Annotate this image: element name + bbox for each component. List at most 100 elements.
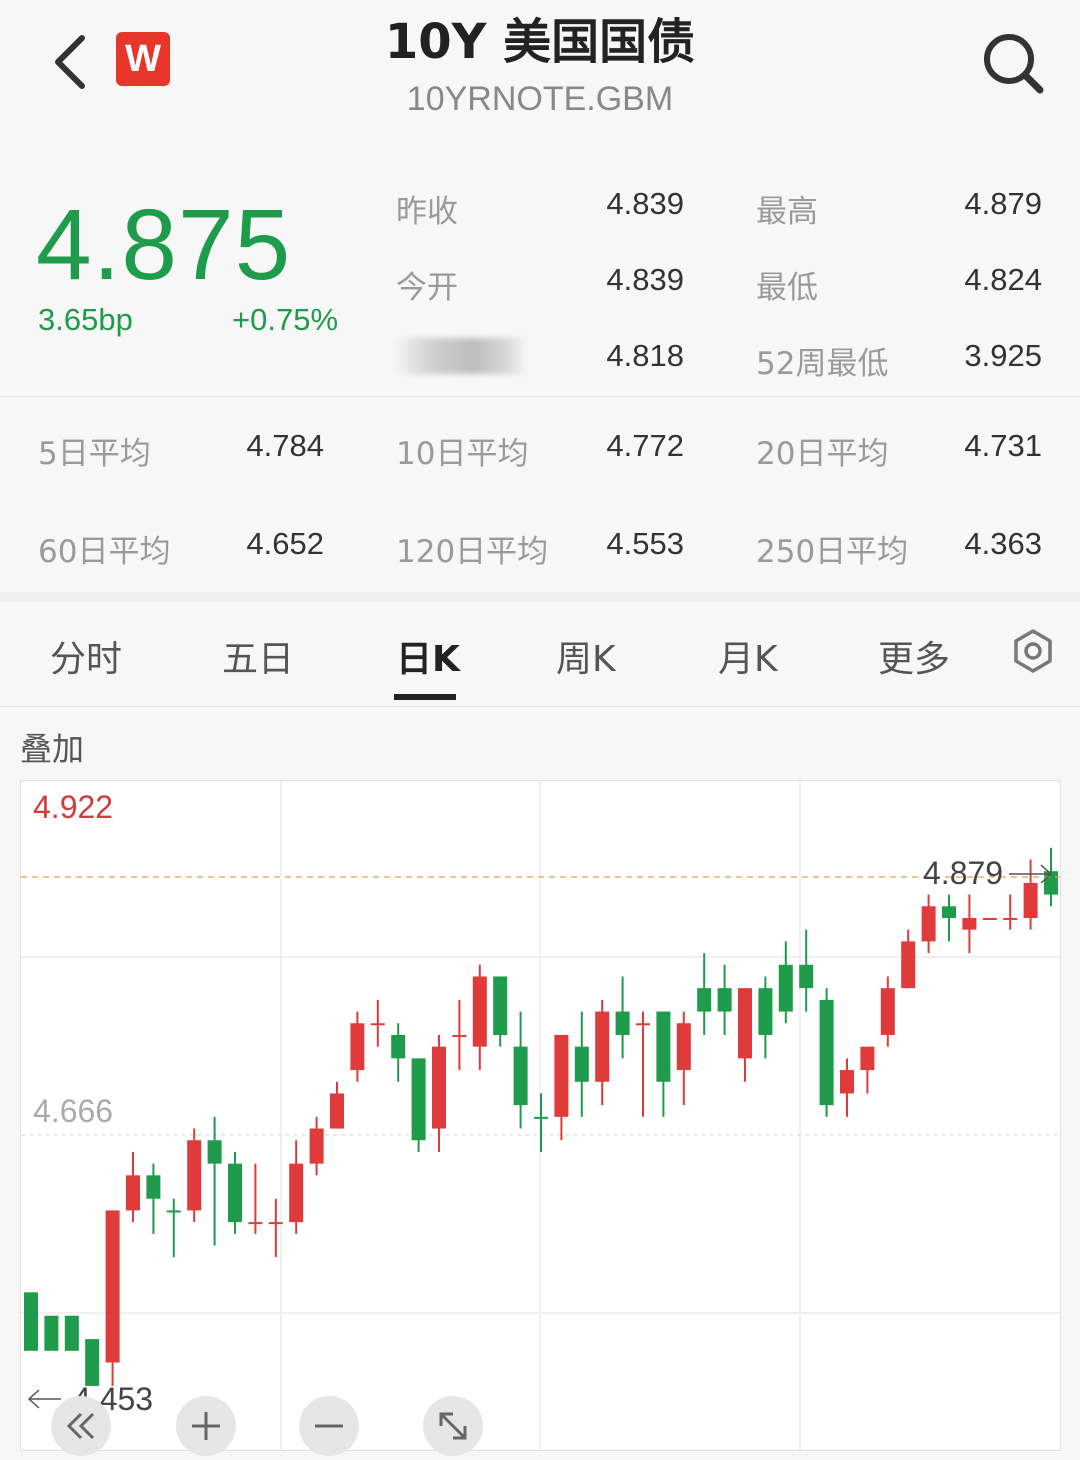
change-bp: 3.65bp xyxy=(38,302,133,337)
avg-label-10d: 10日平均 xyxy=(396,436,529,472)
tab-daily-k[interactable]: 日K xyxy=(396,630,460,682)
candle-body xyxy=(105,1210,120,1363)
zoom-out-button[interactable] xyxy=(299,1396,359,1456)
page-title: 10Y 美国国债 xyxy=(384,14,696,70)
overlay-button[interactable]: 叠加 xyxy=(20,724,84,770)
search-button[interactable] xyxy=(978,28,1048,98)
candle-body xyxy=(24,1292,38,1351)
candle-body xyxy=(350,1023,365,1071)
avg-label-60d: 60日平均 xyxy=(38,534,171,570)
avg-value-60d: 4.652 xyxy=(246,526,324,561)
kline-chart-svg xyxy=(21,781,1060,1450)
candle-body xyxy=(268,1222,283,1225)
stat-label-prev-close: 昨收 xyxy=(396,194,458,230)
avg-value-120d: 4.553 xyxy=(606,526,684,561)
y-max-label: 4.922 xyxy=(33,789,114,825)
candle-body xyxy=(493,976,508,1035)
gear-icon xyxy=(1014,629,1052,673)
candle-body xyxy=(166,1210,181,1213)
stat-label-blurred xyxy=(392,338,528,374)
candle-body xyxy=(840,1070,854,1094)
candle-body xyxy=(860,1046,875,1071)
tab-more[interactable]: 更多 xyxy=(878,630,950,682)
candle-body xyxy=(901,941,916,989)
candle-body xyxy=(126,1175,140,1211)
candle-body xyxy=(697,988,712,1012)
tab-weekly-k[interactable]: 周K xyxy=(556,630,616,682)
candle-body xyxy=(432,1046,446,1129)
candle-body xyxy=(534,1116,548,1119)
candle-body xyxy=(921,906,936,942)
tab-intraday[interactable]: 分时 xyxy=(50,630,122,682)
candle-body xyxy=(636,1023,650,1026)
candle-body xyxy=(799,964,814,989)
fullscreen-button[interactable] xyxy=(423,1396,483,1456)
stat-value-prev-close: 4.839 xyxy=(606,186,684,221)
candle-body xyxy=(513,1046,528,1106)
candle-body xyxy=(880,988,895,1035)
candle-body xyxy=(717,988,732,1012)
candle-body xyxy=(942,906,956,918)
stat-label-high: 最高 xyxy=(756,194,818,230)
candle-body xyxy=(554,1034,569,1117)
candle-body xyxy=(574,1046,589,1082)
candle-body xyxy=(370,1023,385,1026)
avg-value-20d: 4.731 xyxy=(964,428,1042,463)
candle-body xyxy=(187,1140,202,1211)
stat-label-open: 今开 xyxy=(396,270,458,306)
expand-icon xyxy=(439,1412,467,1440)
section-separator xyxy=(0,592,1080,602)
candle-body xyxy=(778,964,793,1012)
divider xyxy=(0,396,1080,397)
tab-five-day[interactable]: 五日 xyxy=(222,630,294,682)
candle-body xyxy=(962,917,977,930)
tab-monthly-k[interactable]: 月K xyxy=(718,630,778,682)
candle-body xyxy=(738,988,752,1059)
change-percent: +0.75% xyxy=(232,302,339,337)
candle-body xyxy=(676,1023,691,1071)
candle-body xyxy=(411,1058,426,1141)
stat-value-open: 4.839 xyxy=(606,262,684,297)
candle-body xyxy=(615,1011,630,1035)
double-chevron-left-icon xyxy=(66,1412,95,1440)
candle-body xyxy=(391,1034,406,1059)
scroll-left-button[interactable] xyxy=(51,1396,111,1456)
candle-body xyxy=(146,1175,161,1199)
candle-body xyxy=(472,976,487,1047)
candle-body xyxy=(228,1163,242,1223)
stat-label-52w-low: 52周最低 xyxy=(756,346,889,382)
divider xyxy=(0,706,1080,707)
candles-group xyxy=(24,847,1058,1386)
candle-body xyxy=(85,1339,100,1386)
candle-body xyxy=(656,1011,671,1082)
candle-body xyxy=(595,1011,610,1082)
candle-body xyxy=(452,1034,467,1037)
search-icon xyxy=(984,34,1044,94)
avg-value-10d: 4.772 xyxy=(606,428,684,463)
avg-value-5d: 4.784 xyxy=(246,428,324,463)
candle-body xyxy=(309,1128,324,1164)
high-marker-label: 4.879 xyxy=(923,855,1004,891)
candle-body xyxy=(207,1140,222,1164)
stat-label-low: 最低 xyxy=(756,270,818,306)
y-mid-label: 4.666 xyxy=(33,1093,114,1129)
stat-value-low: 4.824 xyxy=(964,262,1042,297)
settings-button[interactable] xyxy=(1010,628,1056,674)
candle-body xyxy=(44,1315,59,1351)
candle-body xyxy=(1003,917,1018,920)
candle-body xyxy=(289,1163,304,1223)
stat-value-3: 4.818 xyxy=(606,338,684,373)
candle-body xyxy=(758,988,773,1035)
kline-chart[interactable]: 4.922 4.666 4.879 4.453 xyxy=(20,780,1061,1456)
minus-icon xyxy=(315,1424,343,1428)
stat-value-52w-low: 3.925 xyxy=(964,338,1042,373)
candle-body xyxy=(64,1315,79,1351)
candle-body xyxy=(248,1222,263,1225)
candle-body xyxy=(982,917,997,920)
avg-label-20d: 20日平均 xyxy=(756,436,889,472)
avg-value-250d: 4.363 xyxy=(964,526,1042,561)
current-price: 4.875 xyxy=(36,189,292,301)
zoom-in-button[interactable] xyxy=(176,1396,236,1456)
candle-body xyxy=(1023,882,1038,918)
ticker-symbol: 10YRNOTE.GBM xyxy=(406,80,674,118)
